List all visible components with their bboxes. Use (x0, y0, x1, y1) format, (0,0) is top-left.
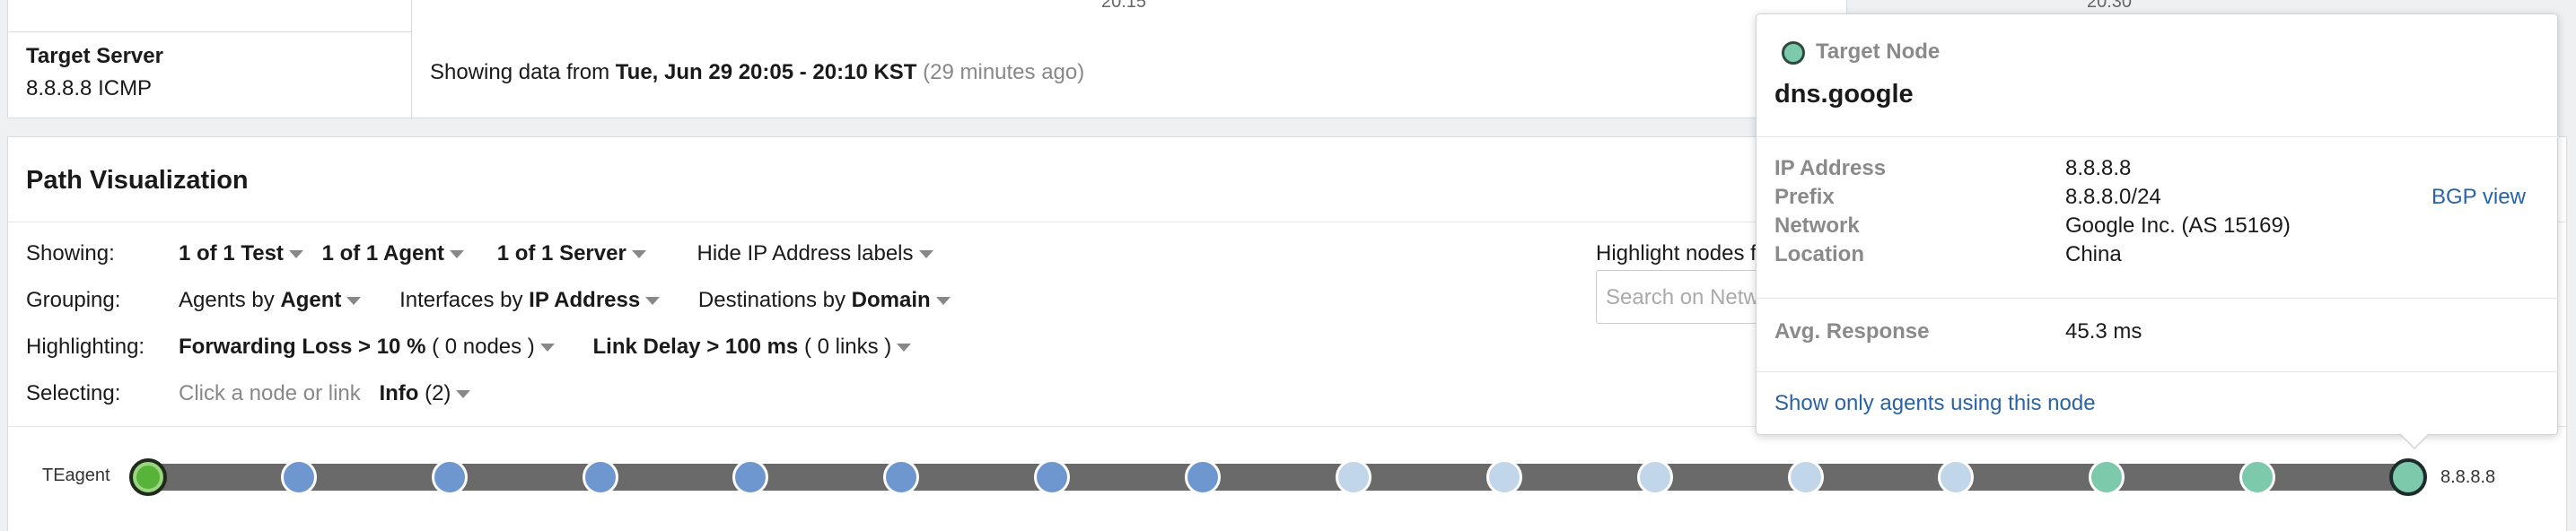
chevron-down-icon (935, 297, 951, 306)
servers-dropdown[interactable]: 1 of 1 Server (497, 241, 646, 266)
group-agents-dropdown[interactable]: Agents by Agent (179, 288, 362, 313)
selecting-controls: Click a node or link Info (2) (179, 381, 471, 406)
search-placeholder: Search on Netw (1606, 285, 1759, 309)
showing-controls: 1 of 1 Test 1 of 1 Agent 1 of 1 Server H… (179, 241, 933, 266)
chevron-down-icon (346, 297, 362, 306)
tests-dropdown-label: 1 of 1 Test (179, 241, 284, 266)
group-interfaces-value: IP Address (529, 288, 641, 312)
hop-node[interactable] (1185, 459, 1222, 495)
chevron-down-icon (897, 344, 912, 353)
chevron-down-icon (539, 344, 555, 353)
group-destinations-value: Domain (851, 288, 931, 312)
group-destinations-prefix: Destinations by (697, 288, 852, 312)
hop-node[interactable] (280, 459, 317, 495)
agent-label: TEagent (42, 466, 110, 485)
agent-node[interactable] (129, 458, 167, 496)
show-only-agents-link[interactable]: Show only agents using this node (1774, 391, 2096, 416)
prefix-value: 8.8.8.0/24 (2065, 185, 2161, 209)
info-dropdown-label: Info (379, 381, 419, 405)
path-line (148, 464, 2419, 491)
target-node-dot-icon (1782, 41, 1805, 65)
group-agents-prefix: Agents by (179, 288, 281, 312)
group-agents-value: Agent (280, 288, 342, 312)
popup-divider (1757, 298, 2559, 299)
group-interfaces-prefix: Interfaces by (399, 288, 530, 312)
link-delay-count: ( 0 links ) (798, 335, 892, 359)
timeline-tick-2: 20:30 (2087, 0, 2133, 12)
showing-ago: (29 minutes ago) (923, 60, 1085, 84)
hop-node[interactable] (2239, 459, 2276, 495)
selecting-hint: Click a node or link (179, 381, 361, 405)
link-delay-label: Link Delay > 100 ms (592, 335, 799, 359)
destination-label: 8.8.8.8 (2440, 467, 2496, 487)
chevron-down-icon (456, 390, 471, 399)
network-label: Network (1774, 213, 1860, 238)
tests-dropdown[interactable]: 1 of 1 Test (179, 241, 303, 266)
showing-label: Showing: (26, 241, 115, 266)
avg-response-value: 45.3 ms (2065, 319, 2142, 344)
agents-dropdown[interactable]: 1 of 1 Agent (321, 241, 465, 266)
chevron-down-icon (645, 297, 661, 306)
selecting-label: Selecting: (26, 381, 121, 405)
forwarding-loss-dropdown[interactable]: Forwarding Loss > 10 % ( 0 nodes ) (179, 335, 555, 360)
target-server-cell: Target Server 8.8.8.8 ICMP (8, 0, 412, 119)
highlighting-label: Highlighting: (26, 335, 145, 359)
ip-address-label: IP Address (1774, 156, 1887, 180)
popup-divider (1757, 371, 2559, 372)
hop-node[interactable] (431, 459, 468, 495)
highlighting-controls: Forwarding Loss > 10 % ( 0 nodes ) Link … (179, 335, 912, 360)
network-value: Google Inc. (AS 15169) (2065, 213, 2291, 238)
group-interfaces-dropdown[interactable]: Interfaces by IP Address (399, 288, 661, 313)
hop-node[interactable] (1636, 459, 1673, 495)
hop-node[interactable] (1485, 459, 1522, 495)
grouping-controls: Agents by Agent Interfaces by IP Address… (179, 288, 951, 313)
link-delay-dropdown[interactable]: Link Delay > 100 ms ( 0 links ) (592, 335, 912, 360)
highlight-nodes-label: Highlight nodes f (1596, 241, 1757, 266)
forwarding-loss-label: Forwarding Loss > 10 % (179, 335, 426, 359)
grouping-label: Grouping: (26, 288, 121, 312)
showing-prefix: Showing data from (430, 60, 616, 84)
chevron-down-icon (450, 250, 465, 259)
target-node[interactable] (2389, 458, 2427, 496)
hop-node[interactable] (2089, 459, 2125, 495)
path-visualization-title: Path Visualization (26, 166, 249, 195)
hop-node[interactable] (1034, 459, 1071, 495)
hide-ip-labels-label: Hide IP Address labels (697, 241, 914, 266)
popup-pointer-fill (2401, 434, 2428, 448)
ip-address-value: 8.8.8.8 (2065, 156, 2132, 180)
servers-dropdown-label: 1 of 1 Server (496, 241, 626, 266)
target-server-title: Target Server (26, 44, 163, 68)
bgp-view-link[interactable]: BGP view (2431, 185, 2526, 210)
location-label: Location (1774, 242, 1864, 266)
showing-data-text: Showing data from Tue, Jun 29 20:05 - 20… (430, 60, 1084, 85)
target-server-value: 8.8.8.8 ICMP (26, 76, 153, 100)
hop-node[interactable] (1335, 459, 1371, 495)
node-info-popup: Target Node dns.google IP Address 8.8.8.… (1756, 13, 2559, 449)
location-value: China (2065, 242, 2122, 266)
timeline-tick-1: 20:15 (1101, 0, 1147, 12)
forwarding-loss-count: ( 0 nodes ) (425, 335, 535, 359)
popup-header: Target Node (1816, 39, 1941, 64)
showing-range: Tue, Jun 29 20:05 - 20:10 KST (615, 60, 917, 84)
hide-ip-labels-dropdown[interactable]: Hide IP Address labels (697, 241, 933, 266)
hop-node[interactable] (1787, 459, 1824, 495)
info-dropdown[interactable]: Info (2) (379, 381, 471, 406)
top-panel: Target Server 8.8.8.8 ICMP 20:15 20:30 S… (7, 0, 2132, 119)
info-dropdown-count: (2) (418, 381, 451, 405)
agents-dropdown-label: 1 of 1 Agent (321, 241, 445, 266)
popup-title: dns.google (1774, 80, 1914, 109)
chevron-down-icon (918, 250, 933, 259)
avg-response-label: Avg. Response (1774, 319, 1930, 344)
popup-divider (1757, 136, 2559, 137)
chevron-down-icon (631, 250, 646, 259)
divider (8, 31, 412, 32)
hop-node[interactable] (582, 459, 618, 495)
chevron-down-icon (288, 250, 303, 259)
prefix-label: Prefix (1774, 185, 1835, 209)
group-destinations-dropdown[interactable]: Destinations by Domain (698, 288, 951, 313)
